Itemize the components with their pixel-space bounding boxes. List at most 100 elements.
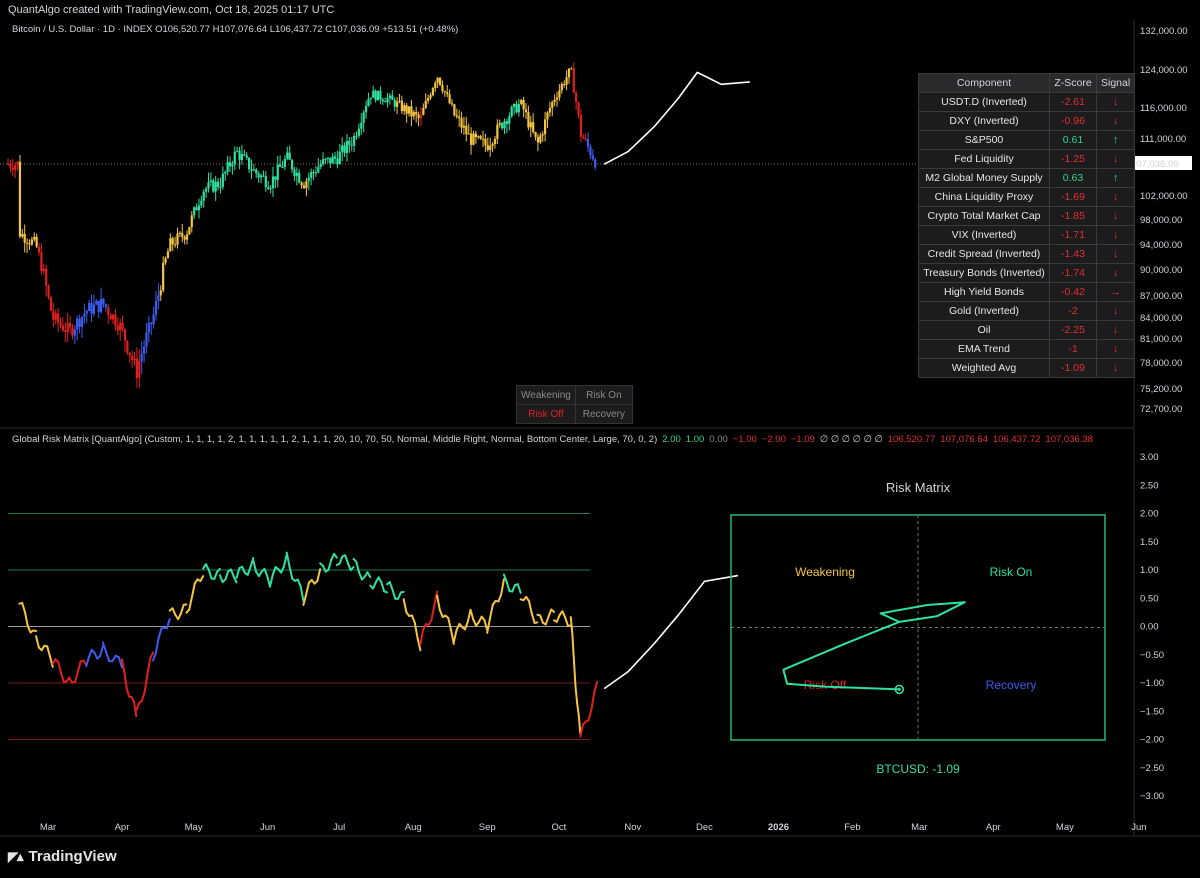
candle-body <box>97 300 100 312</box>
candle-body <box>434 82 437 89</box>
indicator-line-segment <box>99 645 104 657</box>
risk-matrix-current-dot <box>897 687 901 691</box>
candle-body <box>83 313 86 318</box>
time-tick-label: Apr <box>115 822 130 833</box>
candle-body <box>589 146 592 156</box>
tradingview-logo-icon: ◤▴ <box>8 848 24 864</box>
candle-body <box>441 84 444 92</box>
price-tick-label: 98,000.00 <box>1140 215 1182 226</box>
indicator-line-segment <box>383 590 388 594</box>
candle-body <box>61 325 65 331</box>
candle-body <box>178 232 181 234</box>
indicator-line-segment <box>593 680 599 694</box>
candle-body <box>472 133 475 145</box>
time-tick-label: Apr <box>986 822 1001 833</box>
indicator-line-segment <box>366 571 372 579</box>
table-row: VIX (Inverted) -1.71 ↓ <box>918 225 1136 245</box>
candle-body <box>267 187 270 189</box>
component-zscore: -0.96 <box>1049 111 1097 131</box>
indicator-line-segment <box>241 565 246 574</box>
candle-body <box>76 318 79 330</box>
candle-body <box>584 138 587 140</box>
tradingview-brand[interactable]: ◤▴ TradingView <box>8 848 117 865</box>
table-row: Treasury Bonds (Inverted) -1.74 ↓ <box>918 263 1136 283</box>
indicator-line-segment <box>577 713 582 735</box>
component-name: Crypto Total Market Cap <box>918 206 1050 226</box>
candle-body <box>376 90 380 101</box>
candle-body <box>193 207 196 216</box>
candle-body <box>68 323 72 328</box>
component-signal: ↓ <box>1095 320 1136 340</box>
indicator-line-segment <box>207 568 213 580</box>
candle-body <box>321 159 325 165</box>
table-row: M2 Global Money Supply 0.63 ↑ <box>918 168 1136 188</box>
candle-body <box>474 133 477 138</box>
candle-body <box>21 233 24 237</box>
table-header: Z-Score <box>1049 73 1097 93</box>
candle-body <box>536 137 540 143</box>
candle-body <box>369 97 372 99</box>
candle-body <box>517 103 520 113</box>
table-header: Signal <box>1095 73 1136 93</box>
candle-body <box>384 101 387 103</box>
candle-body <box>107 307 110 315</box>
legend-risk-off: Risk Off <box>516 404 576 424</box>
candle-body <box>276 164 279 180</box>
time-tick-label: May <box>185 822 203 833</box>
candle-body <box>40 252 43 272</box>
candle-body <box>111 314 115 320</box>
table-row: Fed Liquidity -1.25 ↓ <box>918 149 1136 169</box>
indicator-line-segment <box>571 633 575 662</box>
quadrant-label-weakening: Weakening <box>795 565 855 579</box>
candle-body <box>493 138 497 145</box>
candle-body <box>512 103 516 107</box>
candle-body <box>92 304 96 314</box>
candle-body <box>16 161 19 166</box>
candle-body <box>102 298 105 305</box>
candle-body <box>28 243 31 245</box>
candle-body <box>343 145 346 153</box>
candle-body <box>257 173 260 178</box>
candle-body <box>52 310 55 320</box>
candle-body <box>247 157 251 170</box>
candle-body <box>431 88 435 96</box>
price-tick-label: 90,000.00 <box>1140 265 1182 276</box>
component-zscore: -2.25 <box>1049 320 1097 340</box>
indicator-line-segment <box>497 593 503 603</box>
candle-body <box>312 172 315 174</box>
candle-body <box>85 310 88 314</box>
time-tick-label: Jun <box>1131 822 1146 833</box>
candle-body <box>47 285 50 298</box>
indicator-line-segment <box>569 616 574 636</box>
component-name: VIX (Inverted) <box>918 225 1050 245</box>
candle-body <box>422 107 425 116</box>
candle-body <box>505 121 509 124</box>
candle-body <box>329 157 332 164</box>
candle-body <box>212 180 215 192</box>
candle-body <box>331 156 334 164</box>
candle-body <box>131 355 134 361</box>
candle-body <box>360 122 363 129</box>
component-signal: ↓ <box>1095 111 1136 131</box>
candle-body <box>520 100 523 104</box>
indicator-line-segment <box>305 581 310 596</box>
indicator-line-segment <box>555 613 561 623</box>
candle-body <box>123 329 127 341</box>
candle-body <box>64 330 67 333</box>
candle-body <box>219 186 222 188</box>
indicator-line-segment <box>216 567 221 573</box>
indicator-line-segment <box>271 566 277 576</box>
candle-body <box>405 105 408 114</box>
component-signal: ↓ <box>1095 92 1136 112</box>
indicator-line-segment <box>430 604 436 621</box>
candle-body <box>162 262 165 291</box>
candle-body <box>326 157 329 160</box>
indicator-line-segment <box>149 651 155 660</box>
indicator-line-segment <box>561 610 567 619</box>
candle-body <box>341 145 344 152</box>
indicator-line-segment <box>154 637 160 655</box>
component-zscore: -1.85 <box>1049 206 1097 226</box>
time-tick-label: Mar <box>911 822 927 833</box>
candle-body <box>467 133 470 135</box>
indicator-line-segment <box>500 578 505 596</box>
